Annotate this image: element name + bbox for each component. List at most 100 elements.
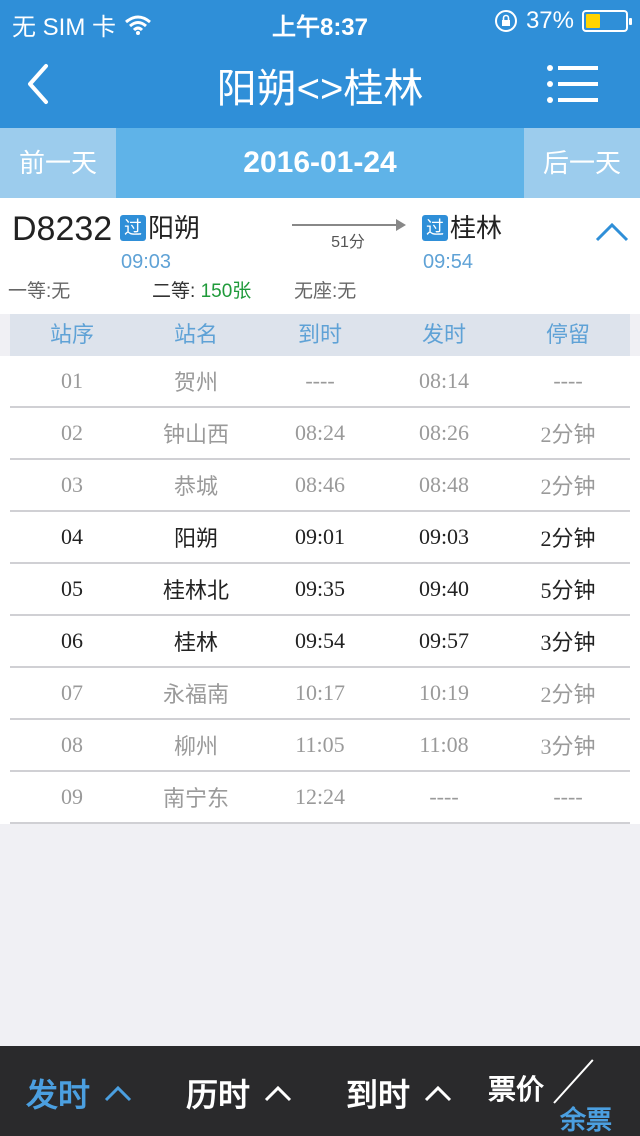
from-time: 09:03 <box>121 251 172 273</box>
back-chevron-icon[interactable] <box>20 60 60 108</box>
cell-arrive: 11:05 <box>295 732 345 757</box>
cell-arrive: 12:24 <box>294 784 346 809</box>
seat-value: 无 <box>337 281 357 302</box>
page-title: 阳朔<>桂林 <box>216 67 424 111</box>
from-station: 阳朔 <box>148 213 201 243</box>
sort-label: 发时 <box>26 1077 91 1113</box>
table-row[interactable]: 01 贺州 ---- 08:14 ---- <box>10 356 630 408</box>
cell-depart: 11:08 <box>419 732 469 757</box>
cell-stay: 3分钟 <box>540 630 596 655</box>
remaining-toggle-label[interactable]: 余票 <box>560 1100 612 1136</box>
cell-stay: 2分钟 <box>540 682 596 707</box>
cell-name: 桂林 <box>173 630 218 655</box>
to-station: 桂林 <box>450 213 503 243</box>
rotation-lock-icon <box>494 10 517 32</box>
table-row[interactable]: 05 桂林北 09:35 09:40 5分钟 <box>10 564 630 616</box>
cell-arrive: 09:54 <box>294 628 346 653</box>
cell-seq: 06 <box>61 628 83 653</box>
cell-stay: 2分钟 <box>540 474 596 499</box>
cell-arrive: ---- <box>305 368 335 393</box>
cell-name: 南宁东 <box>162 786 229 811</box>
price-toggle-label[interactable]: 票价 <box>488 1068 544 1108</box>
cell-stay: 2分钟 <box>540 526 596 551</box>
toggle-divider <box>553 1059 594 1104</box>
cell-seq: 04 <box>61 524 83 549</box>
cell-seq: 03 <box>61 472 83 497</box>
cell-name: 桂林北 <box>162 578 229 603</box>
cell-depart: ---- <box>429 784 459 809</box>
sort-label: 历时 <box>186 1077 251 1113</box>
no-seat-tickets: 无座:无 <box>294 276 356 303</box>
header-arrive: 到时 <box>297 322 342 347</box>
table-row[interactable]: 09 南宁东 12:24 ---- ---- <box>10 772 630 824</box>
sort-bar: 发时 历时 到时 票价 余票 <box>0 1046 640 1136</box>
from-station-block: 过阳朔 09:03 <box>120 208 200 274</box>
first-class-seats: 一等:无 <box>8 276 70 303</box>
sort-label: 到时 <box>346 1077 411 1113</box>
cell-depart: 08:48 <box>418 472 470 497</box>
cell-seq: 02 <box>61 420 83 445</box>
cell-arrive: 10:17 <box>294 680 346 705</box>
sort-by-arrive-button[interactable]: 到时 <box>346 1070 452 1116</box>
cell-name: 永福南 <box>162 682 229 707</box>
battery-icon <box>582 10 632 32</box>
duration-line <box>292 224 404 226</box>
nav-bar: 阳朔<>桂林 <box>0 40 640 128</box>
cell-arrive: 09:01 <box>294 524 346 549</box>
table-row[interactable]: 02 钟山西 08:24 08:26 2分钟 <box>10 408 630 460</box>
seat-value: 无 <box>51 281 71 302</box>
cell-depart: 08:14 <box>418 368 470 393</box>
seat-label: 一等: <box>8 281 52 302</box>
header-depart: 发时 <box>421 322 466 347</box>
cell-depart: 09:57 <box>418 628 470 653</box>
cell-stay: 3分钟 <box>540 734 596 759</box>
table-body: 01 贺州 ---- 08:14 ---- 02 钟山西 08:24 08:26 2分钟 03 恭城 0… <box>10 356 630 824</box>
to-time: 09:54 <box>423 251 474 273</box>
duration: 51分 <box>331 234 365 251</box>
cell-seq: 07 <box>61 680 83 705</box>
battery-percent: 37% <box>525 7 574 34</box>
cell-name: 钟山西 <box>162 422 229 447</box>
train-summary: D8232 过阳朔 09:03 51分 过桂林 09:54 一等:无 二等: 1… <box>0 198 640 314</box>
date-bar: 前一天 2016-01-24 后一天 <box>0 128 640 198</box>
cell-arrive: 09:35 <box>294 576 346 601</box>
cell-stay: 5分钟 <box>540 578 596 603</box>
cell-seq: 09 <box>61 784 83 809</box>
sort-by-depart-button[interactable]: 发时 <box>26 1070 132 1116</box>
cell-depart: 09:03 <box>418 524 470 549</box>
train-number: D8232 <box>12 210 113 248</box>
table-row[interactable]: 04 阳朔 09:01 09:03 2分钟 <box>10 512 630 564</box>
table-row[interactable]: 03 恭城 08:46 08:48 2分钟 <box>10 460 630 512</box>
header-name: 站名 <box>173 322 218 347</box>
cell-depart: 10:19 <box>418 680 470 705</box>
chevron-up-icon <box>104 1085 132 1102</box>
to-station-block: 过桂林 09:54 <box>422 208 502 274</box>
cell-depart: 09:40 <box>418 576 470 601</box>
cell-name: 恭城 <box>173 474 218 499</box>
menu-list-icon[interactable] <box>546 64 600 104</box>
cell-seq: 01 <box>61 368 83 393</box>
stops-table: 站序 站名 到时 发时 停留 01 贺州 ---- 08:14 ---- 02 钟山西 08:… <box>10 314 630 824</box>
cell-stay: 2分钟 <box>540 422 596 447</box>
current-date[interactable]: 2016-01-24 <box>116 128 524 198</box>
table-row[interactable]: 06 桂林 09:54 09:57 3分钟 <box>10 616 630 668</box>
cell-stay: ---- <box>553 368 583 393</box>
header-seq: 站序 <box>49 322 94 347</box>
header-stay: 停留 <box>545 322 590 347</box>
second-class-seats: 二等: 150张 <box>152 276 251 303</box>
cell-stay: ---- <box>553 784 583 809</box>
chevron-up-icon <box>424 1085 452 1102</box>
table-header: 站序 站名 到时 发时 停留 <box>10 314 630 356</box>
next-day-button[interactable]: 后一天 <box>524 128 640 198</box>
prev-day-button[interactable]: 前一天 <box>0 128 116 198</box>
sort-by-duration-button[interactable]: 历时 <box>186 1070 292 1116</box>
table-row[interactable]: 07 永福南 10:17 10:19 2分钟 <box>10 668 630 720</box>
pass-badge: 过 <box>422 215 448 241</box>
cell-arrive: 08:24 <box>294 420 346 445</box>
collapse-chevron-up-icon[interactable] <box>594 220 630 244</box>
seat-value: 150张 <box>200 281 252 302</box>
cell-name: 柳州 <box>173 734 218 759</box>
cell-depart: 08:26 <box>418 420 470 445</box>
status-bar: 无 SIM 卡 上午8:37 37% <box>0 0 640 41</box>
table-row[interactable]: 08 柳州 11:05 11:08 3分钟 <box>10 720 630 772</box>
